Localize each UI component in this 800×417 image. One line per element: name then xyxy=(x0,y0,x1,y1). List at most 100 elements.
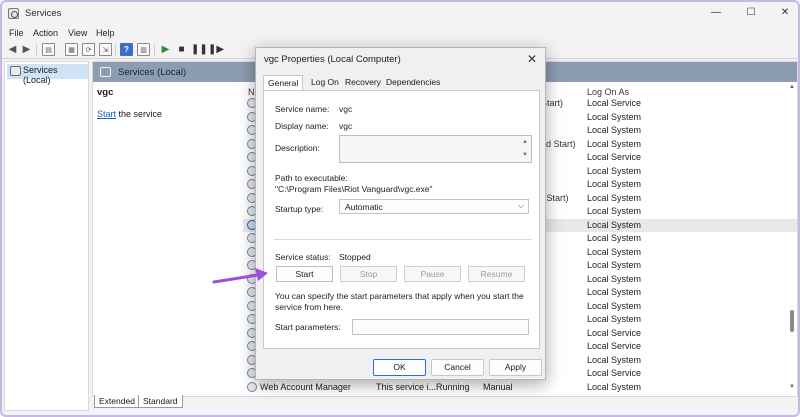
service-status-label: Service status: xyxy=(275,252,331,262)
forward-arrow-icon[interactable]: ▶ xyxy=(20,43,33,56)
row-logon: Local System xyxy=(587,314,642,324)
row-logon: Local System xyxy=(587,111,642,122)
row-logon: Local System xyxy=(587,300,642,311)
tab-dependencies[interactable]: Dependencies xyxy=(382,75,444,90)
view-tabs: Extended Standard xyxy=(92,395,798,409)
service-gear-icon xyxy=(247,382,257,392)
row-logon: Local System xyxy=(587,260,642,270)
row-logon: Local System xyxy=(587,165,642,176)
back-arrow-icon[interactable]: ◀ xyxy=(6,43,19,56)
row-logon: Local Service xyxy=(587,152,642,162)
section-divider xyxy=(274,239,532,240)
row-logon: Local System xyxy=(587,219,642,230)
properties-dialog: vgc Properties (Local Computer) ✕ Genera… xyxy=(255,47,546,380)
path-label: Path to executable: xyxy=(275,173,348,183)
play-icon[interactable]: ▶ xyxy=(159,43,172,56)
row-name: Web Account Manager xyxy=(260,382,351,392)
toolbar-separator xyxy=(115,44,116,56)
description-field[interactable]: ▲ ▼ xyxy=(339,135,532,163)
tab-general[interactable]: General xyxy=(263,75,304,90)
properties-icon[interactable]: ▦ xyxy=(65,43,78,56)
row-startup-type: ed Start) xyxy=(541,138,576,149)
chevron-down-icon: ⌵ xyxy=(517,201,524,210)
console-tree-icon[interactable]: ▤ xyxy=(42,43,55,56)
row-logon: Local System xyxy=(587,179,642,189)
show-hide-icon[interactable]: ▥ xyxy=(137,43,150,56)
row-logon: Local System xyxy=(587,206,642,216)
window-title: Services xyxy=(25,8,62,19)
services-icon xyxy=(10,66,21,76)
row-logon: Local System xyxy=(587,233,642,243)
row-logon: Local System xyxy=(587,273,642,284)
export-list-icon[interactable]: ⇲ xyxy=(99,43,112,56)
row-description: This service i... xyxy=(376,382,437,392)
description-label: Description: xyxy=(275,143,320,153)
general-panel: Service name: vgc Display name: vgc Desc… xyxy=(263,90,540,349)
startup-type-label: Startup type: xyxy=(275,204,324,214)
annotation-arrow-icon xyxy=(212,268,268,284)
row-logon: Local System xyxy=(587,287,642,297)
toolbar-separator xyxy=(154,44,155,56)
display-name-value: vgc xyxy=(339,121,353,131)
close-button[interactable]: ✕ xyxy=(777,6,793,20)
cancel-button[interactable]: Cancel xyxy=(431,359,484,376)
minimize-button[interactable]: — xyxy=(708,6,724,20)
row-logon: Local System xyxy=(587,246,642,257)
menu-view[interactable]: View xyxy=(68,28,87,38)
menu-action[interactable]: Action xyxy=(33,28,58,38)
row-logon: Local Service xyxy=(587,327,642,338)
pause-icon[interactable]: ❚❚ xyxy=(191,43,208,56)
ok-button[interactable]: OK xyxy=(373,359,426,376)
menu-file[interactable]: File xyxy=(9,28,24,38)
tab-recovery[interactable]: Recovery xyxy=(341,75,385,90)
start-service-link[interactable]: Start xyxy=(97,109,116,119)
menu-bar: File Action View Help xyxy=(2,26,798,41)
pane-title: Services (Local) xyxy=(118,67,187,78)
table-row[interactable]: Web Account Manager This service i... Ru… xyxy=(243,381,797,395)
service-status-value: Stopped xyxy=(339,252,371,262)
dialog-close-icon[interactable]: ✕ xyxy=(527,52,537,66)
resume-button[interactable]: Resume xyxy=(468,266,525,282)
tab-log-on[interactable]: Log On xyxy=(307,75,343,90)
path-value: "C:\Program Files\Riot Vanguard\vgc.exe" xyxy=(275,184,433,194)
start-params-label: Start parameters: xyxy=(275,322,341,332)
row-logon: Local Service xyxy=(587,341,642,351)
menu-help[interactable]: Help xyxy=(96,28,115,38)
console-tree: Services (Local) xyxy=(4,61,89,411)
scroll-down-icon[interactable]: ▼ xyxy=(789,384,795,390)
services-window: Services — ☐ ✕ File Action View Help ◀ ▶… xyxy=(0,0,800,417)
maximize-button[interactable]: ☐ xyxy=(743,6,759,20)
selected-service-title: vgc xyxy=(97,87,114,98)
scroll-thumb[interactable] xyxy=(790,310,794,332)
row-startup-type: Manual xyxy=(483,382,513,392)
tree-item-services-local[interactable]: Services (Local) xyxy=(7,64,88,85)
startup-type-value: Automatic xyxy=(345,202,383,212)
start-service-suffix: the service xyxy=(116,109,163,119)
apply-button[interactable]: Apply xyxy=(489,359,542,376)
start-params-help: You can specify the start parameters tha… xyxy=(275,291,524,312)
tab-standard[interactable]: Standard xyxy=(138,395,183,408)
stop-button[interactable]: Stop xyxy=(340,266,397,282)
refresh-icon[interactable]: ⟳ xyxy=(82,43,95,56)
scroll-up-icon[interactable]: ▲ xyxy=(789,84,795,90)
title-bar: Services — ☐ ✕ xyxy=(2,2,798,26)
row-logon: Local System xyxy=(587,354,642,365)
toolbar-separator xyxy=(36,44,37,56)
scroll-up-icon[interactable]: ▲ xyxy=(522,139,528,145)
pause-button[interactable]: Pause xyxy=(404,266,461,282)
start-button[interactable]: Start xyxy=(276,266,333,282)
row-logon: Local System xyxy=(587,138,642,149)
column-header-logon[interactable]: Log On As xyxy=(587,87,629,97)
help-icon[interactable]: ? xyxy=(120,43,133,56)
stop-icon[interactable]: ■ xyxy=(175,43,188,56)
scroll-down-icon[interactable]: ▼ xyxy=(522,152,528,158)
dialog-title: vgc Properties (Local Computer) xyxy=(264,54,401,65)
tab-extended[interactable]: Extended xyxy=(94,395,140,408)
row-logon: Local Service xyxy=(587,98,642,108)
vertical-scrollbar[interactable]: ▲ ▼ xyxy=(788,82,796,394)
start-params-input[interactable] xyxy=(352,319,529,335)
startup-type-select[interactable]: Automatic ⌵ xyxy=(339,199,529,214)
row-logon: Local System xyxy=(587,125,642,135)
restart-icon[interactable]: ❚▶ xyxy=(208,43,224,56)
tree-item-label: Services (Local) xyxy=(23,65,58,85)
